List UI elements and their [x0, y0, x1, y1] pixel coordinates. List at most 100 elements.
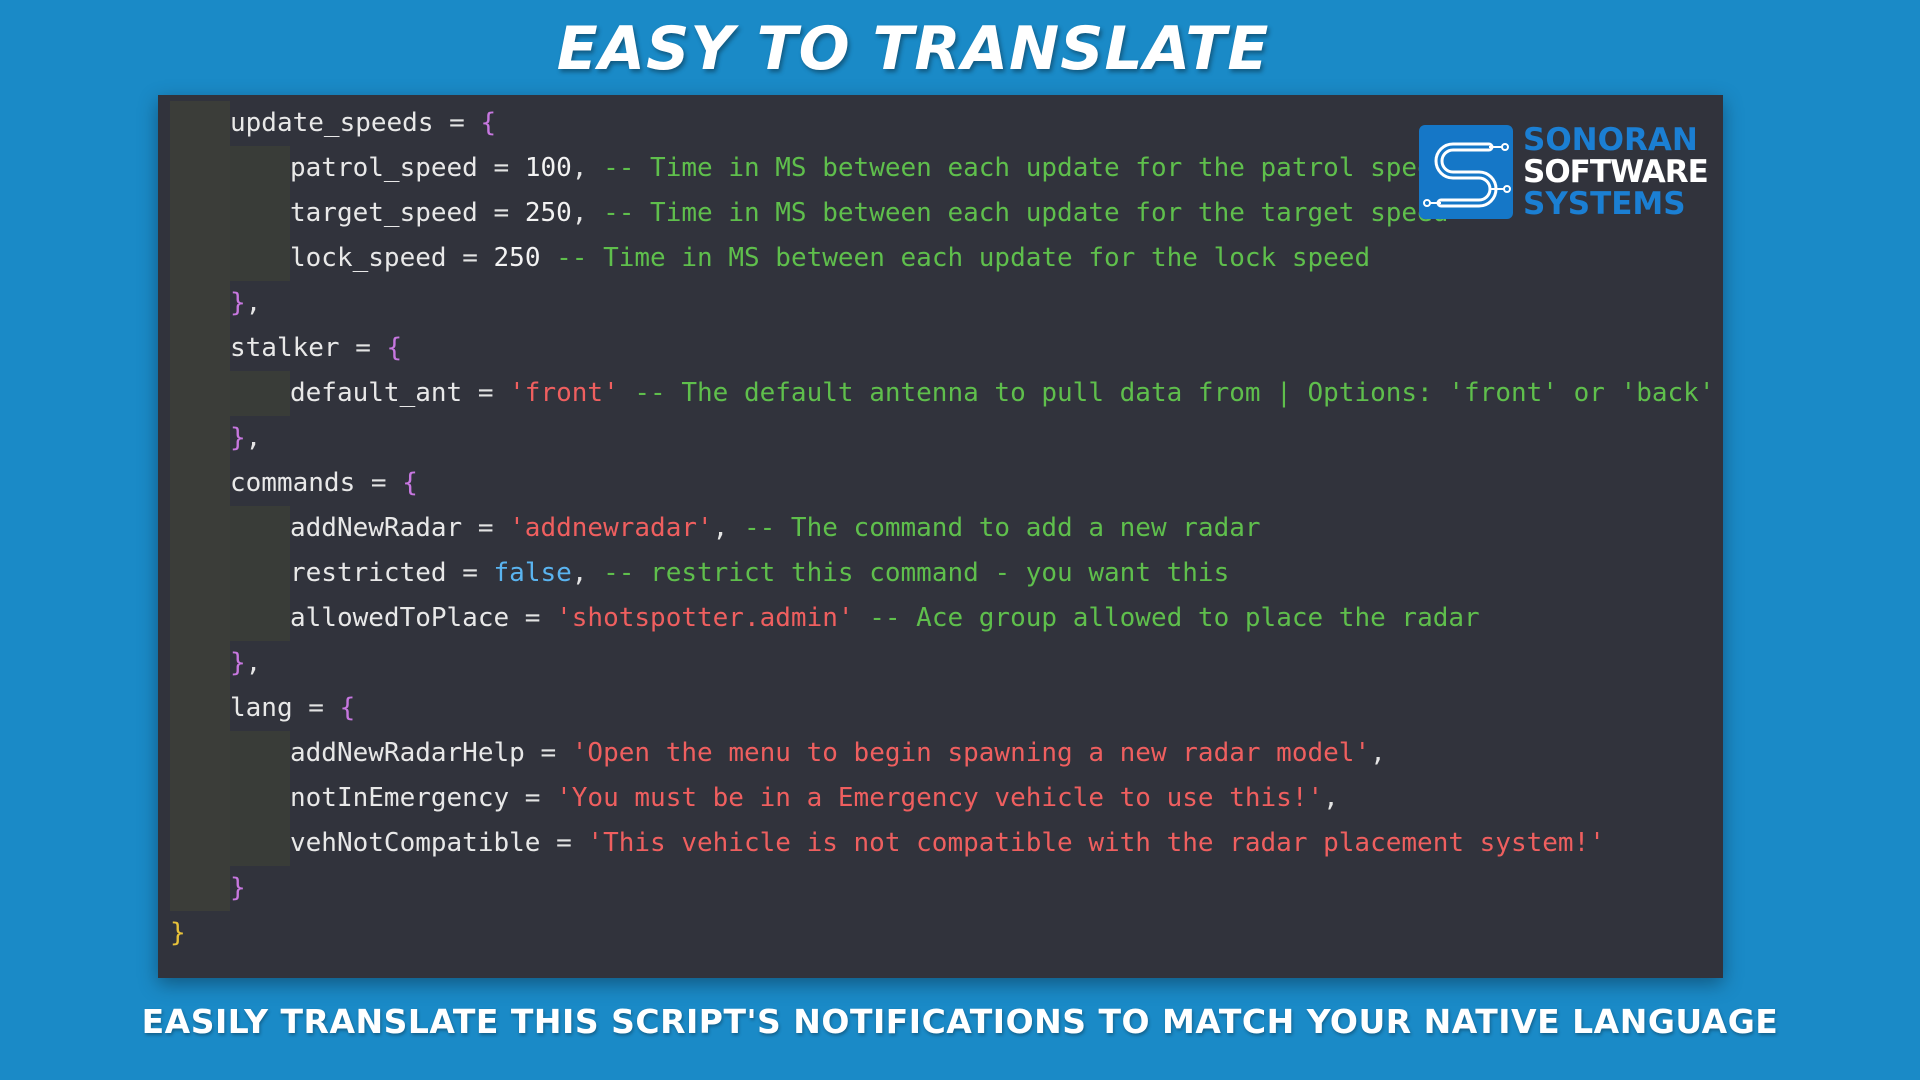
code-token-op: = — [509, 603, 557, 633]
code-token-ident: addNewRadar — [290, 513, 463, 543]
indent-guide — [170, 461, 230, 506]
indent-guide — [170, 731, 230, 776]
sonoran-s-circuit-icon — [1419, 125, 1513, 219]
code-token-op — [540, 243, 556, 273]
code-token-ident: vehNotCompatible — [290, 828, 541, 858]
code-line: } — [170, 911, 1714, 956]
code-token-ident: allowedToPlace — [290, 603, 510, 633]
indent-guide — [170, 776, 230, 821]
indent-guide — [170, 866, 230, 911]
code-token-bool: false — [493, 558, 572, 588]
indent-guide — [170, 371, 230, 416]
code-editor: update_speeds = {patrol_speed = 100, -- … — [158, 95, 1723, 978]
code-token-ident: commands — [230, 468, 356, 498]
code-line: notInEmergency = 'You must be in a Emerg… — [170, 776, 1714, 821]
logo-line-1: SONORAN — [1523, 122, 1698, 158]
indent-guide — [170, 506, 230, 551]
indent-guide — [170, 821, 230, 866]
logo-line-3: SYSTEMS — [1523, 186, 1686, 222]
indent-guide — [230, 191, 290, 236]
code-token-brace: { — [339, 693, 356, 723]
code-token-ident: patrol_speed — [290, 153, 478, 183]
code-token-op: = — [292, 693, 340, 723]
code-token-op: , — [712, 513, 744, 543]
indent-guide — [170, 281, 230, 326]
code-token-comment: -- restrict this command - you want this — [603, 558, 1230, 588]
code-token-brace: } — [230, 423, 246, 453]
code-token-ident: default_ant — [290, 378, 463, 408]
indent-guide — [170, 236, 230, 281]
code-token-op: = — [433, 108, 481, 138]
code-line: commands = { — [170, 461, 1714, 506]
code-token-op: , — [1323, 783, 1339, 813]
code-token-op: = — [462, 513, 510, 543]
page-headline: EASY TO TRANSLATE — [556, 14, 1270, 84]
code-token-op: , — [571, 198, 604, 228]
code-token-op: = — [462, 378, 510, 408]
indent-guide — [230, 236, 290, 281]
code-token-op — [619, 378, 635, 408]
code-line: allowedToPlace = 'shotspotter.admin' -- … — [170, 596, 1714, 641]
code-line: restricted = false, -- restrict this com… — [170, 551, 1714, 596]
indent-guide — [230, 776, 290, 821]
code-line: } — [170, 866, 1714, 911]
code-token-brace: { — [386, 333, 403, 363]
code-token-op — [854, 603, 870, 633]
indent-guide — [230, 506, 290, 551]
code-token-str: 'Open the menu to begin spawning a new r… — [571, 738, 1371, 768]
code-token-op: , — [1370, 738, 1386, 768]
indent-guide — [170, 146, 230, 191]
code-token-brace-top: } — [170, 918, 186, 948]
code-line: }, — [170, 641, 1714, 686]
code-token-str: 'You must be in a Emergency vehicle to u… — [556, 783, 1324, 813]
code-token-comment: -- The command to add a new radar — [743, 513, 1261, 543]
code-token-ident: lock_speed — [290, 243, 447, 273]
code-line: stalker = { — [170, 326, 1714, 371]
code-token-op: , — [571, 153, 604, 183]
code-token-str: 'front' — [509, 378, 619, 408]
code-token-op: = — [540, 828, 588, 858]
code-token-brace: { — [402, 468, 418, 498]
code-token-str: 'This vehicle is not compatible with the… — [587, 828, 1605, 858]
code-token-op: = — [509, 783, 557, 813]
code-token-op: = — [446, 558, 494, 588]
code-token-comment: -- Time in MS between each update for th… — [556, 243, 1371, 273]
indent-guide — [230, 371, 290, 416]
code-line: default_ant = 'front' -- The default ant… — [170, 371, 1714, 416]
code-token-op: , — [245, 648, 262, 678]
logo-wordmark: SONORAN SOFTWARE SYSTEMS — [1523, 122, 1709, 222]
code-block: update_speeds = {patrol_speed = 100, -- … — [170, 101, 1714, 956]
code-token-str: 'shotspotter.admin' — [556, 603, 854, 633]
logo-line-2: SOFTWARE — [1523, 154, 1709, 190]
code-token-brace: } — [230, 873, 246, 903]
indent-guide — [170, 596, 230, 641]
code-token-op: , — [245, 423, 262, 453]
code-line: addNewRadarHelp = 'Open the menu to begi… — [170, 731, 1714, 776]
sonoran-logo: SONORAN SOFTWARE SYSTEMS — [1419, 125, 1711, 221]
indent-guide — [170, 641, 230, 686]
footer-caption: EASILY TRANSLATE THIS SCRIPT'S NOTIFICAT… — [141, 1002, 1779, 1041]
code-token-num: 250 — [524, 198, 572, 228]
code-token-op: = — [477, 153, 525, 183]
code-token-num: 250 — [493, 243, 541, 273]
code-line: }, — [170, 281, 1714, 326]
code-token-ident: target_speed — [290, 198, 478, 228]
indent-guide — [230, 551, 290, 596]
code-token-ident: stalker — [230, 333, 340, 363]
code-token-comment: -- Time in MS between each update for th… — [603, 153, 1449, 183]
code-token-op: , — [245, 288, 262, 318]
code-line: lock_speed = 250 -- Time in MS between e… — [170, 236, 1714, 281]
code-token-brace: { — [480, 108, 497, 138]
code-token-brace: } — [230, 648, 246, 678]
indent-guide — [170, 326, 230, 371]
code-token-op: = — [477, 198, 525, 228]
code-token-num: 100 — [524, 153, 572, 183]
code-token-op: = — [339, 333, 387, 363]
indent-guide — [230, 146, 290, 191]
indent-guide — [170, 416, 230, 461]
code-token-op: = — [524, 738, 572, 768]
code-token-comment: -- The default antenna to pull data from… — [634, 378, 1715, 408]
code-token-op: , — [571, 558, 604, 588]
code-token-comment: -- Time in MS between each update for th… — [603, 198, 1449, 228]
code-token-ident: lang — [230, 693, 293, 723]
